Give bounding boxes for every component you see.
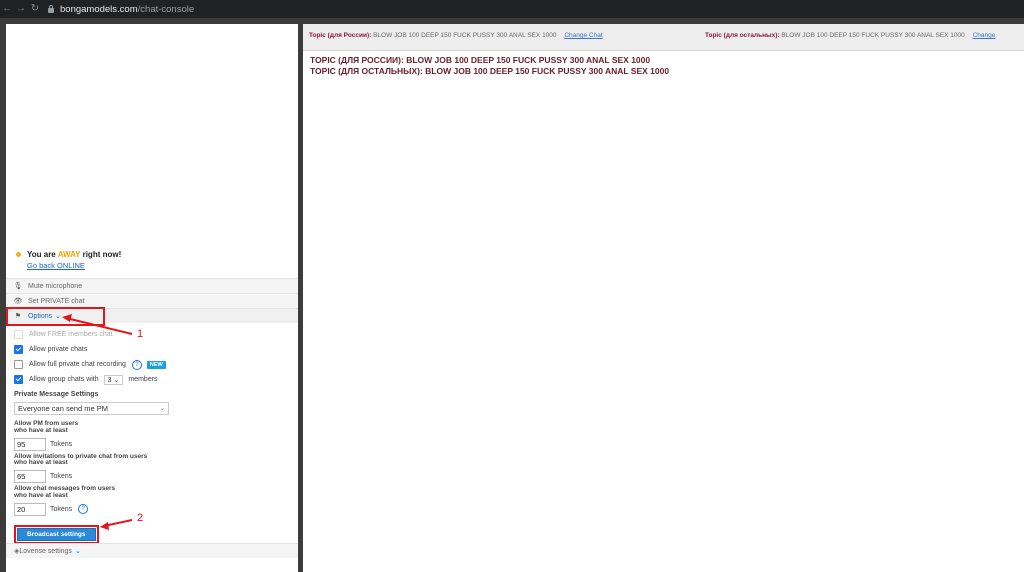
arrow-2-head: [100, 522, 109, 530]
arrow-1-head: [62, 314, 72, 322]
arrow-1: [65, 317, 133, 335]
annotation-number-2: 2: [137, 512, 144, 524]
annotation-number-1: 1: [137, 328, 144, 340]
annotation-arrows: [62, 314, 133, 530]
